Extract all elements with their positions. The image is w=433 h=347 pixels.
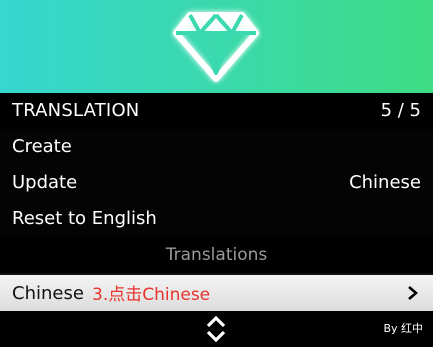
menu-title: TRANSLATION — [12, 100, 140, 121]
menu-item-count: 5 / 5 — [380, 100, 421, 121]
translations-section-header: Translations — [0, 237, 433, 273]
instruction-annotation: 3.点击Chinese — [92, 285, 211, 305]
up-down-arrows-icon[interactable] — [205, 315, 227, 343]
diamond-icon — [173, 12, 259, 82]
menu-item-label: Create — [12, 136, 72, 157]
footer-bar: By 红中 — [0, 311, 433, 347]
menu-item-create[interactable]: Create — [0, 129, 433, 165]
menu-item-value: Chinese — [349, 172, 421, 193]
menu-item-update[interactable]: Update Chinese — [0, 165, 433, 201]
menu-item-chinese[interactable]: Chinese 3.点击Chinese — [0, 275, 433, 311]
menu-item-label: Chinese — [12, 283, 84, 304]
header-banner — [0, 0, 433, 93]
chevron-right-icon — [408, 286, 418, 300]
author-credit: By 红中 — [383, 322, 423, 335]
menu-item-label: Reset to English — [12, 208, 157, 229]
section-label: Translations — [165, 245, 268, 265]
menu-item-reset-to-english[interactable]: Reset to English — [0, 201, 433, 237]
menu-item-label: Update — [12, 172, 78, 193]
menu-header: TRANSLATION 5 / 5 — [0, 93, 433, 129]
translation-menu: TRANSLATION 5 / 5 Create Update Chinese … — [0, 93, 433, 311]
